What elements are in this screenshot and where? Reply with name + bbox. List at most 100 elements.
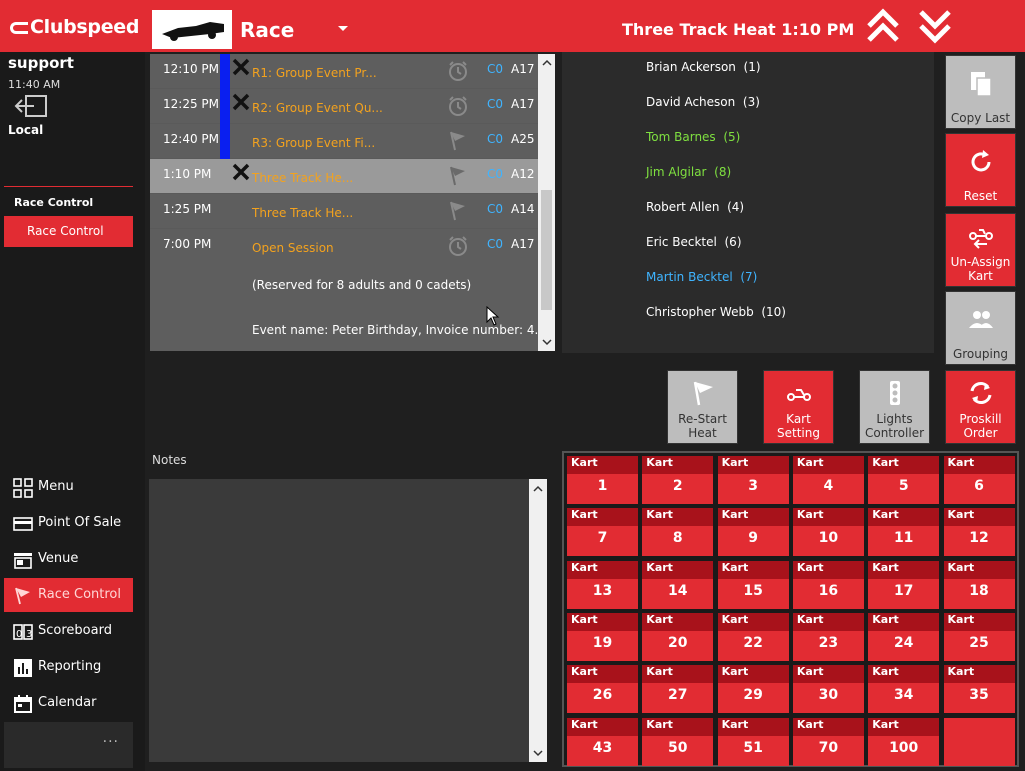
heat-list: 12:10 PM R1: Group Event Pr... C0 A17 12… [150,54,555,351]
more-dots-icon[interactable]: ··· [103,734,119,750]
kart-icon [786,389,811,401]
racer-row[interactable]: Christopher Webb (10) [646,305,786,319]
button-label: Copy Last [950,111,1011,125]
heat-list-scrollbar[interactable] [538,54,555,351]
nav-reporting[interactable]: Reporting [4,650,133,684]
kart-setting-button[interactable]: Kart Setting [763,370,834,444]
kart-tile-label: Kart [868,456,940,474]
svg-text:0: 0 [16,629,22,640]
notes-scrollbar[interactable] [529,479,547,762]
scroll-down-icon[interactable] [542,337,552,347]
kart-tile[interactable]: Kart 15 [717,560,789,609]
kart-tile[interactable]: Kart 26 [567,665,638,714]
racer-row[interactable]: Robert Allen (4) [646,200,744,214]
kart-tile[interactable]: Kart 9 [717,508,789,557]
scroll-up-icon[interactable] [533,484,543,494]
racer-row[interactable]: David Acheson (3) [646,95,760,109]
kart-tile[interactable]: Kart 13 [567,560,638,609]
heat-row[interactable]: 12:10 PM R1: Group Event Pr... C0 A17 [150,54,538,89]
unassign-kart-button[interactable]: Un-Assign Kart [945,213,1016,287]
kart-tile[interactable]: Kart 100 [868,717,940,766]
racer-row[interactable]: Jim Algilar (8) [646,165,731,179]
kart-tile[interactable]: Kart 34 [868,665,940,714]
race-title[interactable]: Race [240,18,294,42]
chevron-down-icon[interactable] [336,22,350,36]
kart-tile[interactable]: Kart 14 [642,560,714,609]
kart-tile[interactable]: Kart 24 [868,612,940,661]
nav-calendar[interactable]: Calendar [4,686,133,720]
copy-last-button[interactable]: Copy Last [945,55,1016,129]
scroll-thumb[interactable] [541,190,552,310]
kart-tile[interactable]: Kart 1 [567,456,638,504]
grouping-button[interactable]: Grouping [945,291,1016,365]
kart-tile[interactable]: Kart 17 [868,560,940,609]
kart-tile[interactable]: Kart 4 [792,456,864,504]
kart-tile[interactable]: Kart 19 [567,612,638,661]
reset-button[interactable]: Reset [945,133,1016,207]
kart-number: 29 [743,687,763,704]
nav-race-control[interactable]: Race Control [4,578,133,612]
kart-tile[interactable]: Kart 11 [868,508,940,557]
racer-row[interactable]: Martin Becktel (7) [646,270,757,284]
double-chevron-up-icon[interactable] [865,8,901,44]
kart-tile[interactable]: Kart 3 [717,456,789,504]
kart-tile[interactable]: Kart 5 [868,456,940,504]
kart-tile-label: Kart [567,612,638,631]
alarm-clock-icon [449,96,467,116]
flag-icon [15,587,30,605]
kart-tile[interactable]: Kart 30 [792,665,864,714]
kart-tile[interactable]: Kart 27 [642,665,714,714]
racer-row[interactable]: Tom Barnes (5) [646,130,740,144]
racer-row[interactable]: Brian Ackerson (1) [646,60,761,74]
notes-textarea[interactable] [149,479,547,762]
kart-tile[interactable]: Kart 6 [943,456,1015,504]
kart-tile[interactable]: Kart 12 [943,508,1015,557]
kart-tile-label: Kart [567,717,638,736]
kart-tile[interactable]: Kart 29 [717,665,789,714]
heat-row[interactable]: 12:25 PM R2: Group Event Qu... C0 A17 [150,89,538,124]
more-bar[interactable]: ··· [4,722,133,768]
nav-menu[interactable]: Menu [4,470,133,504]
kart-tile[interactable]: Kart 10 [792,508,864,557]
nav-label: Race Control [38,587,121,602]
kart-tile[interactable]: Kart 50 [642,717,714,766]
racer-name: Robert Allen [646,200,720,214]
kart-tile[interactable]: Kart 16 [792,560,864,609]
checkered-x-icon [232,93,250,111]
scroll-up-icon[interactable] [542,58,552,68]
proskill-order-button[interactable]: Proskill Order [945,370,1016,444]
restart-heat-button[interactable]: Re-Start Heat [667,370,738,444]
kart-tile-label: Kart [792,560,864,579]
logout-icon[interactable] [12,94,50,118]
nav-scoreboard[interactable]: 03 Scoreboard [4,614,133,648]
race-kart-thumbnail[interactable] [152,10,232,49]
nav-venue[interactable]: Venue [4,542,133,576]
kart-tile[interactable]: Kart 35 [943,665,1015,714]
heat-track: A14 [511,202,535,216]
heat-row-selected[interactable]: 1:10 PM Three Track He... C0 A12 [150,159,538,194]
scroll-down-icon[interactable] [533,748,543,758]
kart-tile[interactable]: Kart 8 [642,508,714,557]
section-item-race-control[interactable]: Race Control [4,216,133,247]
kart-number: 7 [597,530,608,547]
kart-tile[interactable]: Kart 70 [792,717,864,766]
heat-row[interactable]: 1:25 PM Three Track He... C0 A14 [150,194,538,229]
kart-tile[interactable]: Kart 43 [567,717,638,766]
double-chevron-down-icon[interactable] [917,8,953,44]
kart-tile[interactable]: Kart 25 [943,612,1015,661]
kart-tile-empty[interactable] [943,717,1015,766]
kart-tile-label: Kart [642,560,714,579]
kart-tile[interactable]: Kart 22 [717,612,789,661]
kart-tile[interactable]: Kart 51 [717,717,789,766]
kart-tile[interactable]: Kart 2 [642,456,714,504]
heat-row[interactable]: 12:40 PM R3: Group Event Fi... C0 A25 [150,124,538,159]
kart-tile[interactable]: Kart 23 [792,612,864,661]
kart-number: 24 [893,634,914,651]
lights-controller-button[interactable]: Lights Controller [859,370,930,444]
kart-tile[interactable]: Kart 7 [567,508,638,557]
kart-tile[interactable]: Kart 20 [642,612,714,661]
nav-point-of-sale[interactable]: Point Of Sale [4,506,133,540]
kart-tile[interactable]: Kart 18 [943,560,1015,609]
kart-tile-label: Kart [943,665,1015,684]
racer-row[interactable]: Eric Becktel (6) [646,235,742,249]
